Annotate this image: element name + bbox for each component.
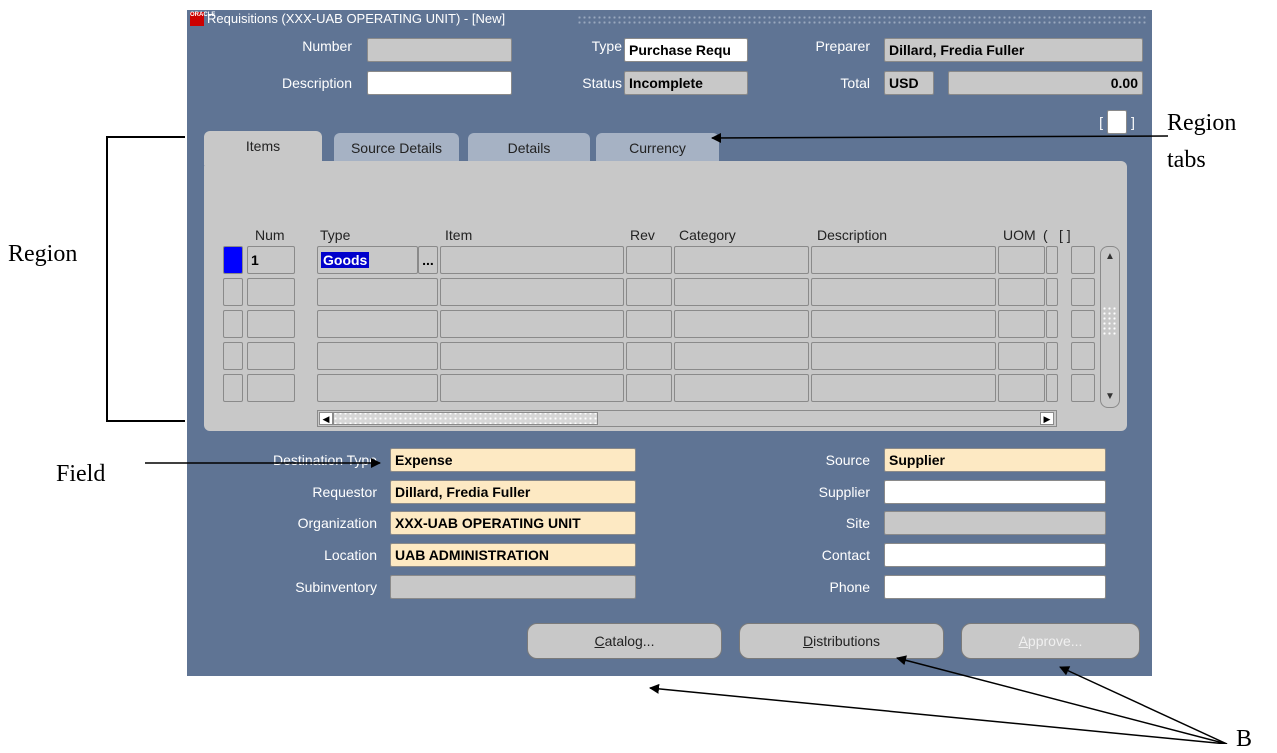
catalog-arrow [649,683,1228,744]
field-annotation: Field [56,461,106,487]
region-tabs-annotation-line2: tabs [1167,147,1206,173]
region-bracket [106,136,185,422]
distributions-arrow [896,655,1228,744]
region-tabs-arrow [711,132,1169,143]
region-annotation: Region [8,241,78,267]
buttons-annotation: B [1236,726,1253,752]
annotation-overlay [106,132,1228,744]
approve-arrow [1059,666,1228,744]
region-tabs-annotation-line1: Region [1167,110,1237,136]
